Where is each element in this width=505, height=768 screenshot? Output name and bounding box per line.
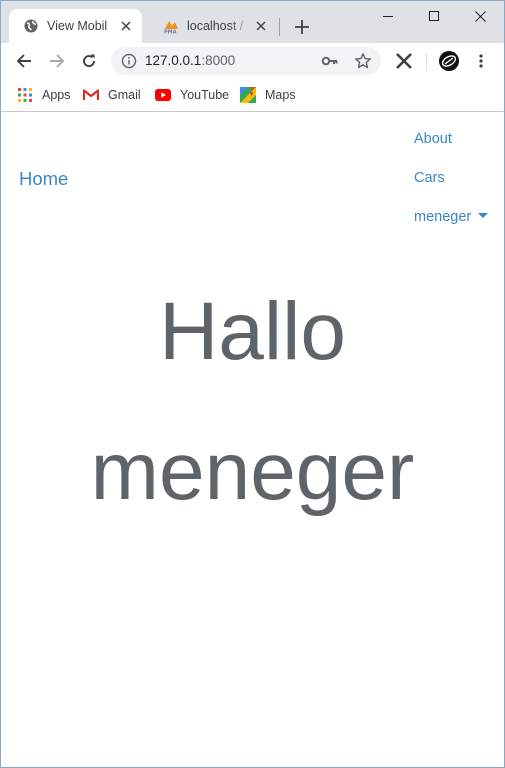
gmail-icon: [83, 87, 99, 103]
reload-icon[interactable]: [75, 47, 103, 75]
maps-icon: [240, 87, 256, 103]
apps-grid-icon: [17, 87, 33, 103]
key-icon[interactable]: [321, 53, 339, 69]
nav-dropdown-meneger[interactable]: meneger: [414, 209, 489, 225]
minimize-icon[interactable]: [365, 1, 411, 31]
menu-kebab-icon[interactable]: [467, 47, 495, 75]
bookmark-label: YouTube: [180, 88, 230, 102]
bookmark-label: Apps: [42, 88, 71, 102]
toolbar-divider: [426, 53, 427, 71]
browser-toolbar: 127.0.0.1:8000: [1, 43, 504, 79]
close-tab-icon[interactable]: [253, 18, 269, 34]
address-host: 127.0.0.1: [145, 53, 202, 68]
forward-arrow-icon[interactable]: [43, 47, 71, 75]
bookmark-label: Gmail: [108, 88, 141, 102]
youtube-icon: [155, 87, 171, 103]
profile-avatar-icon[interactable]: [435, 47, 463, 75]
back-arrow-icon[interactable]: [10, 47, 38, 75]
tab-title: View Mobil: [47, 19, 108, 33]
navbar-brand-home[interactable]: Home: [19, 168, 68, 190]
info-icon[interactable]: [121, 53, 137, 69]
tab-title: localhost / 12: [187, 19, 249, 33]
svg-text:PMA: PMA: [164, 30, 177, 35]
globe-icon: [23, 18, 39, 34]
tab-localhost[interactable]: PMA localhost / 12: [149, 9, 277, 43]
close-window-icon[interactable]: [457, 1, 503, 31]
bookmark-gmail[interactable]: Gmail: [83, 85, 141, 105]
address-text: 127.0.0.1:8000: [145, 47, 235, 75]
tab-strip: View Mobil PMA localhost / 12: [1, 1, 504, 43]
nav-dropdown-label: meneger: [414, 209, 472, 225]
caret-down-icon: [478, 213, 489, 218]
bookmark-star-icon[interactable]: [354, 52, 372, 70]
page-headline: Hallo meneger: [90, 286, 415, 517]
browser-window: View Mobil PMA localhost / 127.0.0.1:800…: [0, 0, 505, 768]
address-bar[interactable]: 127.0.0.1:8000: [111, 47, 381, 75]
maximize-icon[interactable]: [411, 1, 457, 31]
tab-view-mobil[interactable]: View Mobil: [9, 9, 142, 43]
x-extension-icon[interactable]: [390, 47, 418, 75]
close-tab-icon[interactable]: [118, 18, 134, 34]
bookmark-maps[interactable]: Maps: [240, 85, 296, 105]
nav-link-cars[interactable]: Cars: [414, 170, 445, 186]
bookmark-apps[interactable]: Apps: [17, 85, 71, 105]
tab-divider: [279, 18, 280, 36]
bookmark-label: Maps: [265, 88, 296, 102]
plus-icon[interactable]: [291, 16, 313, 38]
nav-link-about[interactable]: About: [414, 131, 452, 147]
page-viewport: Home About Cars meneger Hallo meneger: [1, 112, 504, 767]
bookmark-youtube[interactable]: YouTube: [155, 85, 229, 105]
address-port: :8000: [201, 53, 236, 68]
bookmarks-bar: Apps Gmail YouTube Maps: [1, 79, 504, 112]
phpmyadmin-icon: PMA: [163, 18, 179, 34]
